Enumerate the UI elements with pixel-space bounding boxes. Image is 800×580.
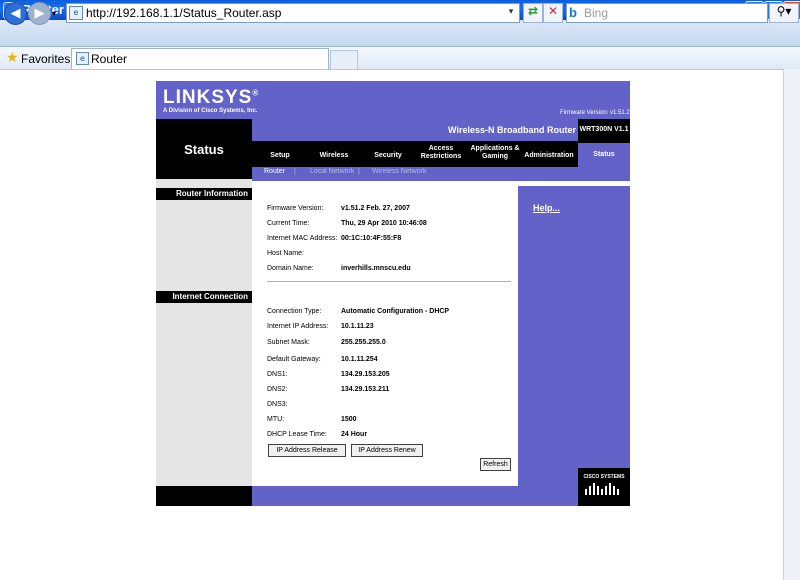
tab-access-restrictions[interactable]: Access Restrictions	[418, 145, 464, 161]
firmware-header: Firmware Version: v1.51.2	[560, 110, 630, 116]
subnet-mask-value: 255.255.255.0	[341, 339, 386, 346]
host-name-label: Host Name:	[267, 250, 304, 257]
mtu-label: MTU:	[267, 416, 285, 423]
subnav-separator: |	[358, 168, 360, 175]
ip-address-label: Internet IP Address:	[267, 323, 329, 330]
current-time-label: Current Time:	[267, 220, 310, 227]
firmware-version-value: v1.51.2 Feb. 27, 2007	[341, 205, 410, 212]
subnav-separator: |	[294, 168, 296, 175]
footer-left	[156, 486, 252, 506]
dns2-label: DNS2:	[267, 386, 288, 393]
cisco-bars-icon	[583, 482, 625, 495]
ip-release-button[interactable]: IP Address Release	[268, 444, 346, 457]
help-column	[518, 186, 630, 506]
default-gateway-value: 10.1.11.254	[341, 356, 378, 363]
domain-name-label: Domain Name:	[267, 265, 314, 272]
tab-security[interactable]: Security	[366, 152, 410, 160]
new-tab-button[interactable]	[330, 50, 358, 69]
forward-button[interactable]: ▶	[28, 2, 51, 25]
url-text[interactable]: http://192.168.1.1/Status_Router.asp	[86, 6, 281, 20]
lease-time-value: 24 Hour	[341, 431, 368, 438]
current-time-value: Thu, 29 Apr 2010 10:46:08	[341, 220, 427, 227]
main-content	[252, 186, 518, 486]
tab-page-icon: e	[76, 52, 89, 65]
search-placeholder[interactable]: Bing	[584, 6, 608, 20]
page-title: Status	[184, 142, 224, 157]
search-icon[interactable]: ⚲▾	[769, 3, 799, 23]
tab-setup[interactable]: Setup	[260, 152, 300, 160]
mac-address-label: Internet MAC Address:	[267, 235, 338, 242]
ip-address-value: 10.1.11.23	[341, 323, 374, 330]
history-dropdown-icon[interactable]: ▾	[52, 9, 56, 18]
model-badge: WRT300N V1.1	[578, 119, 630, 141]
firmware-version-label: Firmware Version:	[267, 205, 324, 212]
dns1-value: 134.29.153.205	[341, 371, 390, 378]
internet-connection-heading: Internet Connection	[156, 291, 252, 303]
connection-type-label: Connection Type:	[267, 308, 322, 315]
tab-applications-gaming[interactable]: Applications & Gaming	[470, 145, 520, 161]
navigation-bar	[0, 20, 800, 47]
ip-renew-button[interactable]: IP Address Renew	[351, 444, 423, 457]
bing-logo-icon: b	[569, 5, 577, 20]
domain-name-value: inverhills.mnscu.edu	[341, 265, 411, 272]
subtab-local-network[interactable]: Local Network	[310, 168, 354, 175]
dns3-label: DNS3:	[267, 401, 288, 408]
mac-address-value: 00:1C:10:4F:55:F8	[341, 235, 402, 242]
favorites-label[interactable]: Favorites	[21, 52, 70, 66]
address-dropdown-icon[interactable]: ▾	[505, 5, 517, 19]
page-icon: e	[69, 6, 83, 20]
divider	[267, 281, 511, 282]
left-column	[156, 179, 252, 506]
tab-status[interactable]: Status	[578, 143, 630, 167]
refresh-button[interactable]: Refresh	[480, 458, 511, 471]
router-information-heading: Router Information	[156, 188, 252, 200]
tab-administration[interactable]: Administration	[522, 152, 576, 160]
favorites-star-icon[interactable]: ★	[6, 50, 19, 66]
back-button[interactable]: ◀	[4, 2, 27, 25]
refresh-icon[interactable]: ⇄	[523, 3, 543, 23]
linksys-logo: LINKSYS®	[163, 87, 260, 108]
lease-time-label: DHCP Lease Time:	[267, 431, 327, 438]
subnet-mask-label: Subnet Mask:	[267, 339, 310, 346]
subtab-wireless-network[interactable]: Wireless Network	[372, 168, 426, 175]
sub-menu	[252, 167, 630, 181]
vertical-scrollbar[interactable]	[783, 69, 800, 580]
product-name: Wireless-N Broadband Router	[448, 125, 576, 135]
mtu-value: 1500	[341, 416, 357, 423]
footer-main	[252, 486, 518, 506]
connection-type-value: Automatic Configuration - DHCP	[341, 308, 450, 315]
subtab-router[interactable]: Router	[264, 168, 285, 175]
stop-icon[interactable]: ✕	[543, 3, 563, 23]
logo-subtitle: A Division of Cisco Systems, Inc.	[163, 108, 258, 114]
tab-wireless[interactable]: Wireless	[312, 152, 356, 160]
tab-title[interactable]: Router	[91, 52, 127, 66]
dns2-value: 134.29.153.211	[341, 386, 390, 393]
dns1-label: DNS1:	[267, 371, 288, 378]
help-link[interactable]: Help...	[533, 203, 560, 213]
cisco-text: CISCO SYSTEMS	[583, 474, 625, 480]
default-gateway-label: Default Gateway:	[267, 356, 321, 363]
